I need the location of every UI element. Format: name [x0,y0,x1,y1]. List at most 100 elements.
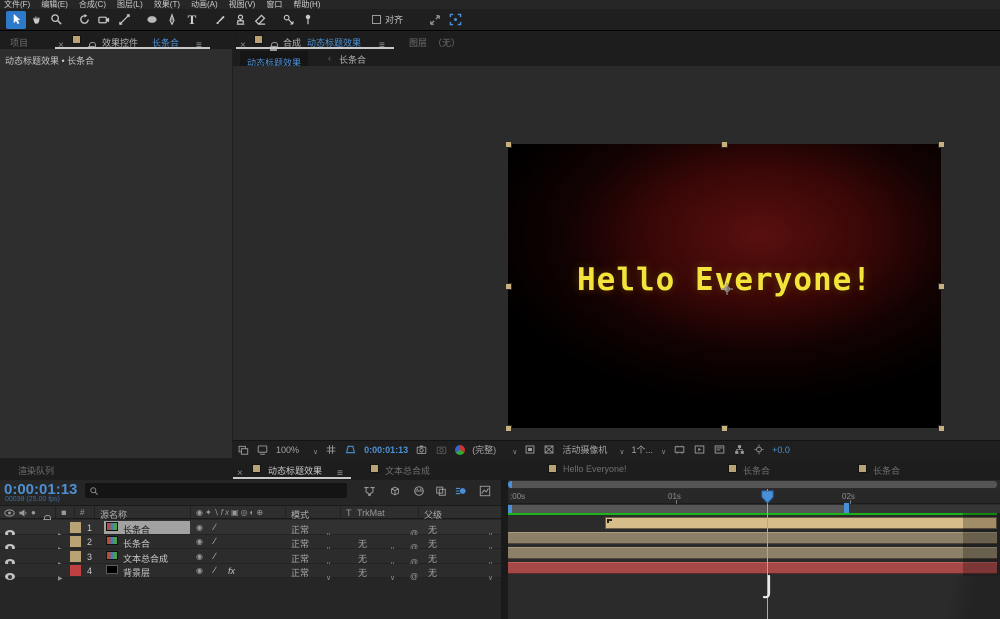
sync-settings-icon[interactable] [445,11,465,29]
grid-guides-icon[interactable] [325,444,337,455]
composition-canvas[interactable]: Hello Everyone! [508,144,941,428]
reset-exposure-icon[interactable] [753,444,765,455]
selection-handle[interactable] [721,425,728,432]
selection-handle[interactable] [938,283,945,290]
chevron-down-icon[interactable] [326,567,331,585]
quality-best-icon[interactable]: ∕ [214,551,216,561]
selection-handle[interactable] [505,283,512,290]
tab-timeline-3[interactable]: Hello Everyone! [563,464,627,474]
layer-bar-1[interactable] [605,517,997,529]
show-snapshot-icon[interactable] [435,444,448,455]
snapshot-camera-icon[interactable] [415,444,428,455]
selection-handle[interactable] [938,141,945,148]
tab-render-queue[interactable]: 渲染队列 [18,464,54,477]
hand-tool[interactable] [26,11,46,29]
view-layout-dropdown[interactable]: 1个... [631,441,666,459]
quality-switch-icon[interactable]: ◉ [196,537,203,546]
selection-handle[interactable] [938,425,945,432]
expand-layer-icon[interactable] [58,567,63,585]
tab-timeline-4[interactable]: 长条合 [743,464,770,477]
timeline-pane-divider[interactable] [501,480,508,619]
blend-mode-dropdown[interactable]: 正常 [291,566,309,579]
tab-timeline-2[interactable]: 文本总合成 [385,464,430,477]
selection-handle[interactable] [505,425,512,432]
fast-previews-icon[interactable] [693,444,706,455]
layer-label-color[interactable] [70,536,81,547]
layer-row-4[interactable]: 4 背景层 ◉ ∕ fx 正常 无 无 [0,564,501,580]
playhead-handle[interactable] [760,490,775,505]
transparency-grid-icon[interactable] [543,444,555,455]
composition-viewport[interactable]: Hello Everyone! [233,66,1000,440]
tab-layer[interactable]: 图层 [409,36,427,49]
flowchart-button-icon[interactable] [733,444,746,455]
chevron-down-icon[interactable] [488,567,493,585]
quality-best-icon[interactable]: ∕ [214,565,216,575]
fx-switch-icon[interactable]: fx [228,566,235,576]
chevron-down-icon[interactable] [390,567,395,585]
mirror-monitor-icon[interactable] [256,444,269,455]
quality-switch-icon[interactable]: ◉ [196,566,203,575]
breadcrumb-parent[interactable]: 长条合 [339,53,366,66]
resolution-dropdown[interactable]: (完整) [472,441,517,459]
selection-handle[interactable] [505,141,512,148]
tab-project[interactable]: 项目 [10,36,28,49]
layer-bar-3[interactable] [508,547,997,559]
selection-handle[interactable] [721,141,728,148]
search-input[interactable] [85,483,347,498]
safe-margins-icon[interactable] [344,444,357,455]
work-area-bar[interactable] [508,503,1000,515]
layer-name[interactable]: 背景层 [123,566,150,579]
text-tool[interactable]: T [182,11,202,29]
roto-brush-tool[interactable] [278,11,298,29]
layer-bar-2[interactable] [508,532,997,544]
motion-blur-icon[interactable] [454,485,468,497]
timeline-navigator[interactable] [508,481,997,488]
parent-dropdown[interactable]: 无 [428,566,437,579]
exposure-value[interactable]: +0.0 [772,445,790,455]
work-area-start-handle[interactable] [508,505,512,513]
viewer-timecode[interactable]: 0:00:01:13 [364,445,408,455]
tab-timeline-5[interactable]: 长条合 [873,464,900,477]
mini-flowchart-icon[interactable] [362,485,377,497]
snap-checkbox[interactable] [370,11,382,29]
channel-color-icon[interactable] [455,444,466,455]
layer-label-color[interactable] [70,551,81,562]
frame-blend-icon[interactable] [434,485,448,497]
draft-3d-icon[interactable] [388,485,402,497]
layer-bar-4[interactable] [508,562,997,574]
brush-tool[interactable] [210,11,230,29]
layer-row-1[interactable]: 1 长条合 ◉ ∕ 正常 无 [0,520,501,537]
camera-tool[interactable] [94,11,114,29]
quality-best-icon[interactable]: ∕ [214,522,216,532]
quality-best-icon[interactable]: ∕ [214,536,216,546]
effect-controls-layer-header[interactable]: 动态标题效果 • 长条合 [5,54,94,67]
layer-label-color[interactable] [70,565,81,576]
pan-behind-tool[interactable] [114,11,134,29]
navigator-start-handle[interactable] [508,481,512,488]
mask-ellipse-tool[interactable] [142,11,162,29]
layer-row-3[interactable]: 3 文本总合成 ◉ ∕ 正常 无 无 [0,549,501,566]
quality-switch-icon[interactable]: ◉ [196,523,203,532]
magnification-dropdown[interactable]: 100% [276,441,318,459]
trkmat-dropdown[interactable]: 无 [358,566,367,579]
trkmat-column-header[interactable]: TrkMat [357,508,385,518]
layer-row-2[interactable]: 2 长条合 ◉ ∕ 正常 无 无 [0,535,501,551]
eraser-tool[interactable] [250,11,270,29]
time-ruler[interactable]: :00s 01s 02s [508,489,1000,504]
quality-switch-icon[interactable]: ◉ [196,552,203,561]
shy-layers-icon[interactable] [412,485,426,497]
camera-view-dropdown[interactable]: 活动摄像机 [562,441,624,459]
layer-label-color[interactable] [70,522,81,533]
tab-timeline-active[interactable]: 动态标题效果 [268,464,322,477]
puppet-pin-tool[interactable] [298,11,318,29]
eye-toggle-icon[interactable] [5,573,15,580]
bar-in-handle[interactable] [607,519,612,523]
clone-stamp-tool[interactable] [230,11,250,29]
rotate-tool[interactable] [74,11,94,29]
timeline-button-icon[interactable] [713,444,726,455]
graph-editor-icon[interactable] [478,485,492,497]
shared-view-icon[interactable] [425,11,445,29]
anchor-point-icon[interactable] [720,282,734,296]
selection-tool[interactable] [6,10,26,29]
region-of-interest-icon[interactable] [524,444,536,455]
